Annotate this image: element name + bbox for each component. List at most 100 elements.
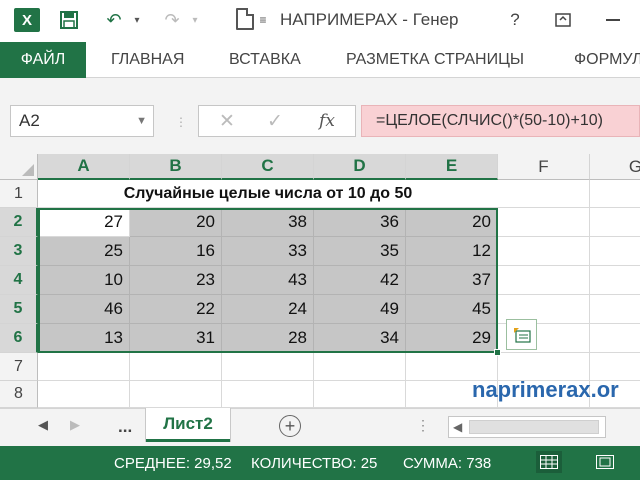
insert-function-icon[interactable]: fx — [311, 106, 343, 136]
row-header-8[interactable]: 8 — [0, 381, 38, 408]
cell-g2[interactable] — [590, 208, 640, 237]
formula-input[interactable]: =ЦЕЛОЕ(СЛЧИС()*(50-10)+10) — [361, 105, 640, 137]
add-sheet-icon[interactable]: + — [279, 415, 301, 437]
splitter-icon[interactable]: ⋮ — [175, 115, 188, 129]
column-header-f[interactable]: F — [498, 154, 590, 180]
cell-d6[interactable]: 34 — [314, 324, 406, 353]
cancel-icon[interactable]: ✕ — [213, 106, 241, 136]
row-header-6[interactable]: 6 — [0, 324, 38, 353]
cell-f4[interactable] — [498, 266, 590, 295]
previous-sheet-icon[interactable]: ◀ — [38, 417, 48, 433]
cell-e6[interactable]: 29 — [406, 324, 498, 353]
cell-b5[interactable]: 22 — [130, 295, 222, 324]
cell-d3[interactable]: 35 — [314, 237, 406, 266]
fill-handle[interactable] — [494, 349, 501, 356]
cell-d5[interactable]: 49 — [314, 295, 406, 324]
cell-a4[interactable]: 10 — [38, 266, 130, 295]
row-header-7[interactable]: 7 — [0, 353, 38, 381]
cell-g3[interactable] — [590, 237, 640, 266]
customize-quick-access-icon[interactable]: ≡ — [256, 8, 270, 32]
cell-a7[interactable] — [38, 353, 130, 381]
cell-c7[interactable] — [222, 353, 314, 381]
cell-e4[interactable]: 37 — [406, 266, 498, 295]
name-box[interactable]: A2 ▼ — [10, 105, 154, 137]
cell-a6[interactable]: 13 — [38, 324, 130, 353]
undo-dropdown-icon[interactable]: ▾ — [130, 8, 144, 32]
cell-a5[interactable]: 46 — [38, 295, 130, 324]
tab-page-layout[interactable]: РАЗМЕТКА СТРАНИЦЫ — [346, 42, 524, 78]
splitter-icon[interactable]: ⋮ — [416, 417, 430, 434]
cell-b3[interactable]: 16 — [130, 237, 222, 266]
cell-e3[interactable]: 12 — [406, 237, 498, 266]
cell-c5[interactable]: 24 — [222, 295, 314, 324]
page-layout-view-icon[interactable] — [592, 451, 618, 473]
cell-c8[interactable] — [222, 381, 314, 408]
ribbon-tabs: ФАЙЛ ГЛАВНАЯ ВСТАВКА РАЗМЕТКА СТРАНИЦЫ Ф… — [0, 42, 640, 78]
cell-c6[interactable]: 28 — [222, 324, 314, 353]
cell-d7[interactable] — [314, 353, 406, 381]
more-sheets-button[interactable]: ... — [118, 417, 132, 437]
cell-f3[interactable] — [498, 237, 590, 266]
cell-d2[interactable]: 36 — [314, 208, 406, 237]
help-icon[interactable]: ? — [500, 6, 530, 34]
tab-home[interactable]: ГЛАВНАЯ — [111, 42, 184, 78]
normal-view-icon[interactable] — [536, 451, 562, 473]
cell-g1[interactable] — [590, 180, 640, 208]
horizontal-scrollbar[interactable]: ◀ — [448, 416, 606, 438]
cell-a8[interactable] — [38, 381, 130, 408]
scroll-left-icon[interactable]: ◀ — [453, 420, 462, 434]
cell-d8[interactable] — [314, 381, 406, 408]
excel-logo-icon: X — [14, 8, 40, 32]
cell-c4[interactable]: 43 — [222, 266, 314, 295]
row-header-4[interactable]: 4 — [0, 266, 38, 295]
chevron-down-icon[interactable]: ▼ — [136, 115, 147, 127]
column-header-b[interactable]: B — [130, 154, 222, 180]
formula-buttons: ✕ ✓ fx — [198, 105, 356, 137]
new-document-icon[interactable] — [236, 8, 254, 30]
tab-formulas[interactable]: ФОРМУЛ — [574, 42, 640, 78]
undo-icon[interactable]: ↶ — [100, 8, 128, 32]
row-header-2[interactable]: 2 — [0, 208, 38, 237]
sheet-tab-active[interactable]: Лист2 — [146, 408, 230, 442]
spreadsheet-grid: A B C D E F G 1 2 3 4 5 6 7 8 Случайные целые числа от … — [0, 154, 640, 408]
select-all-button[interactable] — [0, 154, 38, 180]
cell-a3[interactable]: 25 — [38, 237, 130, 266]
cell-b6[interactable]: 31 — [130, 324, 222, 353]
cell-b2[interactable]: 20 — [130, 208, 222, 237]
cell-g4[interactable] — [590, 266, 640, 295]
minimize-icon[interactable] — [598, 6, 628, 34]
cell-c2[interactable]: 38 — [222, 208, 314, 237]
quick-analysis-icon[interactable] — [506, 319, 537, 350]
cell-b7[interactable] — [130, 353, 222, 381]
cell-a1-title[interactable]: Случайные целые числа от 10 до 50 — [38, 180, 498, 208]
row-header-5[interactable]: 5 — [0, 295, 38, 324]
save-icon[interactable] — [56, 8, 82, 32]
cell-b4[interactable]: 23 — [130, 266, 222, 295]
row-header-1[interactable]: 1 — [0, 180, 38, 208]
cell-e2[interactable]: 20 — [406, 208, 498, 237]
cell-e5[interactable]: 45 — [406, 295, 498, 324]
next-sheet-icon[interactable]: ▶ — [70, 417, 80, 433]
tab-insert[interactable]: ВСТАВКА — [229, 42, 301, 78]
row-header-3[interactable]: 3 — [0, 237, 38, 266]
cell-g5[interactable] — [590, 295, 640, 324]
column-header-g[interactable]: G — [590, 154, 640, 180]
cell-d4[interactable]: 42 — [314, 266, 406, 295]
column-header-d[interactable]: D — [314, 154, 406, 180]
ribbon-display-options-icon[interactable] — [548, 6, 578, 34]
enter-icon[interactable]: ✓ — [261, 106, 289, 136]
tab-file[interactable]: ФАЙЛ — [0, 42, 86, 78]
column-header-c[interactable]: C — [222, 154, 314, 180]
cell-a2[interactable]: 27 — [38, 208, 130, 237]
redo-dropdown-icon[interactable]: ▾ — [188, 8, 202, 32]
column-header-a[interactable]: A — [38, 154, 130, 180]
column-header-e[interactable]: E — [406, 154, 498, 180]
cell-c3[interactable]: 33 — [222, 237, 314, 266]
redo-icon[interactable]: ↷ — [158, 8, 186, 32]
cell-g6[interactable] — [590, 324, 640, 353]
scroll-thumb[interactable] — [469, 420, 599, 434]
cell-f2[interactable] — [498, 208, 590, 237]
window-title: НАПРИМЕРАХ - Генер — [280, 10, 459, 29]
cell-b8[interactable] — [130, 381, 222, 408]
cell-f1[interactable] — [498, 180, 590, 208]
